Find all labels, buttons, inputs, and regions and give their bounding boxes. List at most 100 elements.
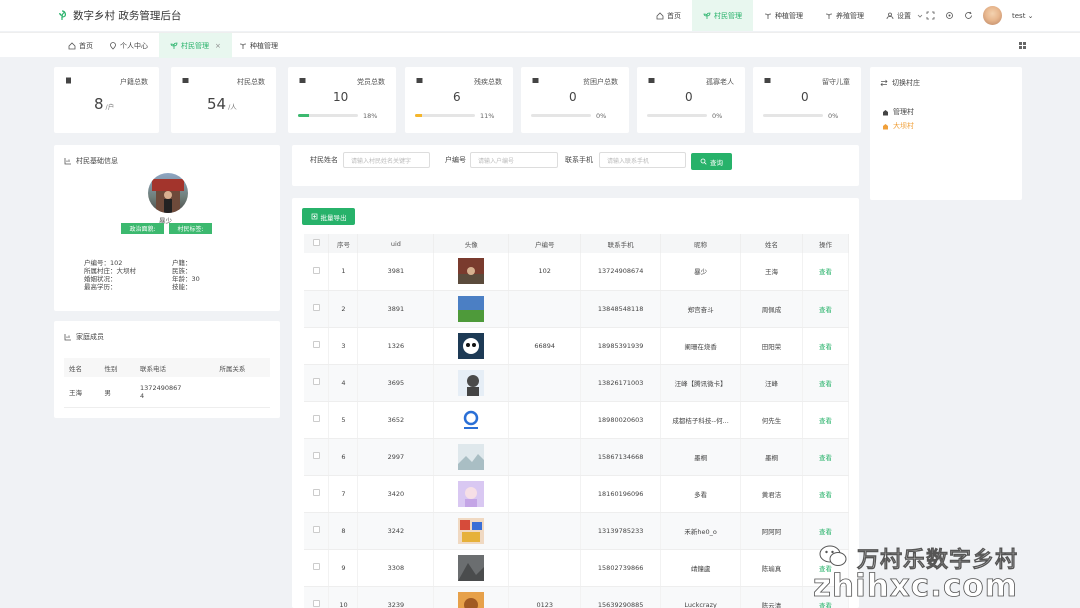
row-view-link[interactable]: 查看	[802, 438, 850, 476]
row-checkbox[interactable]	[304, 438, 330, 476]
row-view-link[interactable]: 查看	[802, 290, 850, 328]
table-row: 6 2997 15867134668 墨桐 墨桐 查看	[304, 438, 850, 476]
row-avatar	[433, 253, 510, 291]
fullscreen-icon[interactable]	[926, 11, 935, 20]
app-logo[interactable]: 数字乡村 政务管理后台	[57, 8, 181, 23]
progress-bar	[415, 114, 475, 117]
row-view-link[interactable]: 查看	[802, 327, 850, 365]
checkbox[interactable]	[312, 266, 320, 274]
row-checkbox[interactable]	[304, 475, 330, 513]
col-index: 序号	[328, 234, 359, 253]
villager-basic-info-card: 村民基础信息 暴少 政治面貌: 村民标签: 户编号：102 所属村庄：大坝村 婚…	[54, 145, 280, 311]
row-nickname: 墨桐	[660, 438, 742, 476]
col-name: 姓名	[740, 234, 803, 253]
tabs-bar: 首页 个人中心 村民管理 × 种植管理	[0, 32, 1080, 58]
row-name: 黄君洁	[740, 475, 803, 513]
checkbox[interactable]	[312, 304, 320, 311]
user-card-icon	[532, 78, 539, 83]
swap-icon	[880, 79, 888, 87]
row-view-link[interactable]: 查看	[802, 401, 850, 439]
row-uid: 3239	[357, 586, 435, 608]
refresh-icon[interactable]	[964, 11, 973, 20]
avatar-image	[458, 295, 485, 322]
grid-menu-icon[interactable]	[1018, 41, 1027, 50]
row-view-link[interactable]: 查看	[802, 253, 850, 291]
row-view-link[interactable]: 查看	[802, 475, 850, 513]
nav-villager-management[interactable]: 村民管理	[692, 0, 753, 31]
row-avatar	[433, 586, 510, 608]
stat-card-disabled: 残疾总数 6 11%	[405, 67, 513, 133]
checkbox[interactable]	[312, 526, 320, 533]
nav-villager-management-label: 村民管理	[714, 11, 742, 20]
row-phone: 15802739866	[580, 549, 662, 587]
row-checkbox[interactable]	[304, 327, 330, 365]
tab-home[interactable]: 首页	[68, 33, 93, 58]
row-checkbox[interactable]	[304, 253, 330, 291]
checkbox[interactable]	[312, 452, 320, 459]
tab-personal-center[interactable]: 个人中心	[109, 33, 148, 58]
row-uid: 1326	[357, 327, 435, 365]
family-phone: 1372490867 4	[135, 377, 215, 408]
row-checkbox[interactable]	[304, 549, 330, 587]
hu-number-input[interactable]: 请输入户编号	[470, 152, 558, 168]
table-header: 序号 uid 头像 户编号 联系手机 昵称 姓名 操作	[304, 234, 850, 253]
avatar-image	[458, 406, 485, 433]
row-checkbox[interactable]	[304, 290, 330, 328]
batch-export-button[interactable]: 批量导出	[302, 208, 355, 225]
village-option-daba[interactable]: 大坝村	[882, 121, 914, 131]
query-button[interactable]: 查询	[691, 153, 732, 170]
tab-planting-management-label: 种植管理	[250, 41, 278, 50]
row-checkbox[interactable]	[304, 586, 330, 608]
row-name: 墨桐	[740, 438, 803, 476]
col-hu-number: 户编号	[508, 234, 582, 253]
checkbox[interactable]	[312, 600, 320, 607]
row-hu-number	[508, 290, 582, 328]
checkbox[interactable]	[312, 563, 320, 570]
row-checkbox[interactable]	[304, 401, 330, 439]
row-name: 陈云清	[740, 586, 803, 608]
switch-village-header: 切换村庄	[880, 78, 920, 88]
row-checkbox[interactable]	[304, 512, 330, 550]
user-avatar[interactable]	[983, 6, 1002, 25]
row-hu-number: 66894	[508, 327, 582, 365]
table-row: 9 3308 15802739866 靖鐘盧 陈瑜真 查看	[304, 549, 850, 587]
family-name: 王海	[64, 377, 100, 408]
checkbox[interactable]	[312, 341, 320, 348]
nav-planting-management[interactable]: 种植管理	[753, 0, 814, 31]
user-menu[interactable]: test ⌄	[1012, 12, 1034, 20]
row-name: 汪峰	[740, 364, 803, 402]
col-action: 操作	[802, 234, 850, 253]
villager-table-card: 批量导出 序号 uid 头像 户编号 联系手机 昵称 姓名 操作 1 3981 10…	[292, 198, 859, 608]
village-option-guanli[interactable]: 管理村	[882, 107, 914, 117]
row-view-link[interactable]: 查看	[802, 364, 850, 402]
checkbox[interactable]	[312, 415, 320, 422]
export-icon	[311, 213, 317, 220]
row-avatar	[433, 364, 510, 402]
tab-villager-management-label: 村民管理	[181, 41, 209, 50]
checkbox[interactable]	[312, 239, 320, 246]
row-phone: 18980020603	[580, 401, 662, 439]
avatar-image	[458, 480, 485, 507]
select-all-checkbox[interactable]	[304, 234, 330, 253]
tab-close-icon[interactable]: ×	[215, 42, 221, 50]
theme-icon[interactable]	[945, 11, 954, 20]
phone-filter-label: 联系手机	[565, 156, 593, 164]
tab-planting-management[interactable]: 种植管理	[239, 33, 278, 58]
name-search-input[interactable]: 请输入村民姓名关键字	[343, 152, 430, 168]
checkbox[interactable]	[312, 489, 320, 496]
row-avatar	[433, 327, 510, 365]
row-nickname: 成都桔子科技--何...	[660, 401, 742, 439]
card-header: 家庭成员	[64, 332, 104, 342]
checkbox[interactable]	[312, 378, 320, 385]
tab-villager-management[interactable]: 村民管理 ×	[159, 33, 232, 58]
progress-bar	[298, 114, 358, 117]
row-index: 8	[328, 512, 359, 550]
app-title: 数字乡村 政务管理后台	[73, 10, 182, 22]
stat-percent: 0%	[828, 112, 839, 120]
phone-search-input[interactable]: 请输入联系手机	[599, 152, 686, 168]
nav-home[interactable]: 首页	[645, 0, 692, 31]
progress-bar	[531, 114, 591, 117]
row-checkbox[interactable]	[304, 364, 330, 402]
nav-breeding-management[interactable]: 养殖管理	[814, 0, 875, 31]
progress-fill	[298, 114, 309, 117]
